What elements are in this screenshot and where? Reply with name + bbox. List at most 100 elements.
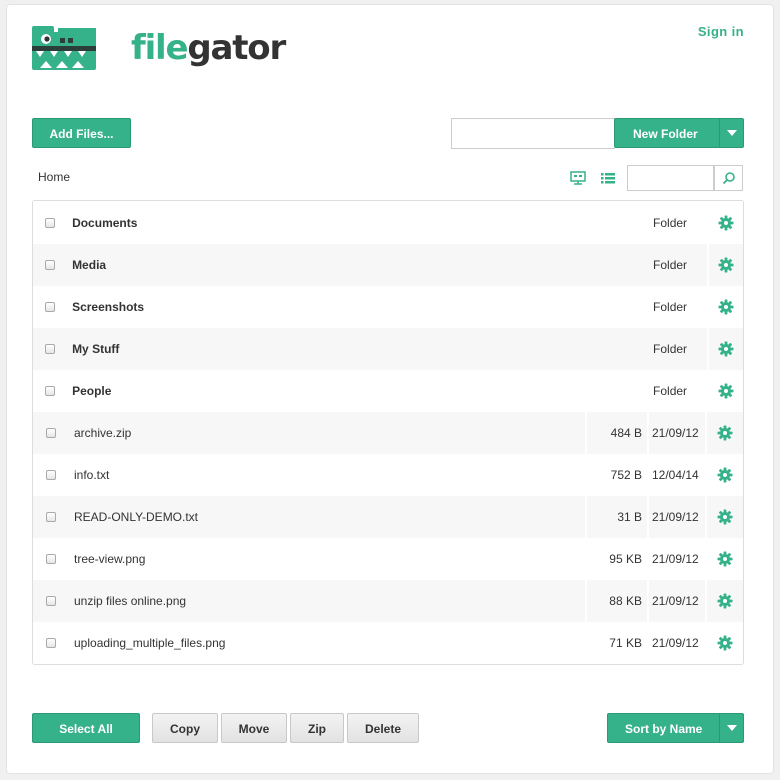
folder-type-label: Folder — [653, 342, 688, 356]
file-name[interactable]: archive.zip — [69, 412, 587, 454]
signin-link[interactable]: Sign in — [698, 24, 744, 39]
chevron-down-icon — [726, 725, 737, 731]
file-date: 21/09/12 — [652, 426, 699, 440]
move-button[interactable]: Move — [221, 713, 287, 743]
row-checkbox-cell — [33, 202, 67, 244]
folder-row[interactable]: People Folder — [33, 370, 743, 412]
file-size: 95 KB — [587, 538, 649, 580]
row-checkbox-cell — [33, 538, 69, 580]
file-row[interactable]: archive.zip 484 B 21/09/12 — [33, 412, 743, 454]
sort-dropdown-caret[interactable] — [719, 714, 743, 742]
folder-row[interactable]: My Stuff Folder — [33, 328, 743, 370]
gear-icon[interactable] — [705, 538, 743, 580]
zip-button[interactable]: Zip — [290, 713, 344, 743]
folder-row[interactable]: Documents Folder — [33, 202, 743, 244]
folder-type-label: Folder — [653, 384, 688, 398]
gear-icon[interactable] — [706, 286, 743, 328]
row-checkbox[interactable] — [45, 344, 56, 354]
file-size: 88 KB — [587, 580, 649, 622]
folder-name[interactable]: Documents — [67, 202, 616, 244]
gear-icon[interactable] — [705, 412, 743, 454]
gear-icon[interactable] — [706, 202, 743, 244]
gator-logo-icon — [32, 26, 96, 70]
file-name[interactable]: READ-ONLY-DEMO.txt — [69, 496, 587, 538]
file-name[interactable]: uploading_multiple_files.png — [69, 622, 587, 664]
row-checkbox[interactable] — [46, 512, 56, 522]
search-button[interactable] — [714, 165, 743, 191]
filegator-logo: filegator — [32, 22, 286, 74]
file-size: 752 B — [587, 454, 649, 496]
file-row[interactable]: unzip files online.png 88 KB 21/09/12 — [33, 580, 743, 622]
new-folder-name-input[interactable] — [451, 118, 615, 149]
row-checkbox[interactable] — [46, 554, 56, 564]
list-view-icon[interactable] — [600, 170, 616, 186]
file-date: 21/09/12 — [652, 594, 699, 608]
new-folder-label: New Folder — [633, 127, 698, 141]
gear-icon[interactable] — [705, 454, 743, 496]
folder-row[interactable]: Media Folder — [33, 244, 743, 286]
add-files-button[interactable]: Add Files... — [32, 118, 131, 148]
row-checkbox[interactable] — [45, 218, 56, 228]
gear-icon[interactable] — [705, 580, 743, 622]
file-row[interactable]: READ-ONLY-DEMO.txt 31 B 21/09/12 — [33, 496, 743, 538]
file-name[interactable]: unzip files online.png — [69, 580, 587, 622]
copy-button[interactable]: Copy — [152, 713, 218, 743]
row-checkbox-cell — [33, 412, 69, 454]
sort-label: Sort by Name — [625, 722, 703, 736]
logo-text-gator: gator — [187, 28, 286, 68]
chevron-down-icon — [726, 130, 737, 136]
folder-type-label: Folder — [653, 300, 688, 314]
row-checkbox[interactable] — [46, 428, 56, 438]
file-size: 71 KB — [587, 622, 649, 664]
tree-view-icon[interactable] — [570, 170, 586, 186]
search-input[interactable] — [627, 165, 714, 191]
file-date: 21/09/12 — [652, 636, 699, 650]
gear-icon[interactable] — [706, 244, 743, 286]
folder-name[interactable]: People — [67, 370, 616, 412]
row-checkbox-cell — [33, 496, 69, 538]
gear-icon[interactable] — [705, 622, 743, 664]
row-checkbox[interactable] — [46, 638, 56, 648]
gear-icon[interactable] — [706, 370, 743, 412]
file-date: 21/09/12 — [652, 552, 699, 566]
new-folder-button[interactable]: New Folder — [614, 118, 744, 148]
file-date: 12/04/14 — [652, 468, 699, 482]
row-checkbox-cell — [33, 244, 67, 286]
file-row[interactable]: info.txt 752 B 12/04/14 — [33, 454, 743, 496]
file-row[interactable]: uploading_multiple_files.png 71 KB 21/09/1… — [33, 622, 743, 664]
folder-name[interactable]: My Stuff — [67, 328, 616, 370]
new-folder-dropdown-caret[interactable] — [719, 119, 743, 147]
breadcrumb-home[interactable]: Home — [38, 170, 70, 184]
row-checkbox-cell — [33, 580, 69, 622]
magnifier-icon — [722, 172, 735, 185]
logo-text: filegator — [131, 26, 286, 70]
folder-name[interactable]: Screenshots — [67, 286, 616, 328]
row-checkbox-cell — [33, 370, 67, 412]
row-checkbox-cell — [33, 454, 69, 496]
row-checkbox-cell — [33, 622, 69, 664]
row-checkbox[interactable] — [45, 260, 56, 270]
gear-icon[interactable] — [706, 328, 743, 370]
row-checkbox[interactable] — [46, 470, 56, 480]
folder-row[interactable]: Screenshots Folder — [33, 286, 743, 328]
file-date: 21/09/12 — [652, 510, 699, 524]
file-name[interactable]: info.txt — [69, 454, 587, 496]
row-checkbox[interactable] — [46, 596, 56, 606]
file-row[interactable]: tree-view.png 95 KB 21/09/12 — [33, 538, 743, 580]
row-checkbox[interactable] — [45, 302, 56, 312]
file-size: 31 B — [587, 496, 649, 538]
row-checkbox-cell — [33, 328, 67, 370]
folder-name[interactable]: Media — [67, 244, 616, 286]
file-list: Documents Folder Media Folder Screenshots Fol… — [32, 200, 744, 665]
logo-text-file: file — [131, 28, 189, 68]
delete-button[interactable]: Delete — [347, 713, 419, 743]
sort-button[interactable]: Sort by Name — [607, 713, 744, 743]
gear-icon[interactable] — [705, 496, 743, 538]
file-name[interactable]: tree-view.png — [69, 538, 587, 580]
folder-type-label: Folder — [653, 216, 688, 230]
folder-type-label: Folder — [653, 258, 688, 272]
file-size: 484 B — [587, 412, 649, 454]
select-all-button[interactable]: Select All — [32, 713, 140, 743]
row-checkbox[interactable] — [45, 386, 56, 396]
row-checkbox-cell — [33, 286, 67, 328]
